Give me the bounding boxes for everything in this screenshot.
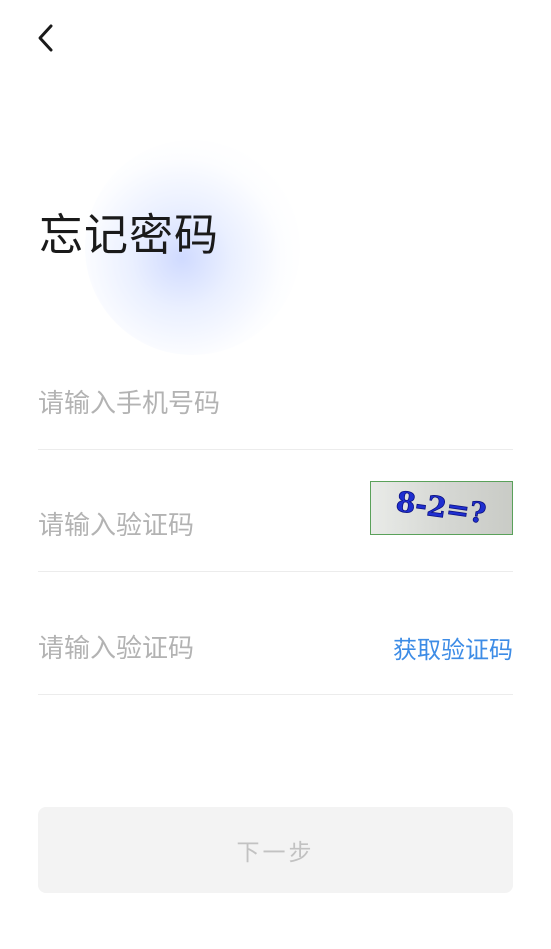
captcha-field[interactable]: 请输入验证码 8-2=? (38, 450, 513, 572)
get-code-button[interactable]: 获取验证码 (393, 633, 513, 667)
next-step-button[interactable]: 下一步 (38, 807, 513, 893)
captcha-image[interactable]: 8-2=? (370, 481, 513, 535)
back-button[interactable] (28, 20, 64, 56)
chevron-left-icon (38, 24, 53, 52)
forgot-password-page: 忘记密码 请输入手机号码 请输入验证码 8-2=? 请输入验证码 获取验证码 下… (0, 0, 551, 949)
captcha-input-placeholder[interactable]: 请输入验证码 (38, 509, 194, 543)
captcha-text: 8-2=? (394, 485, 488, 530)
page-title: 忘记密码 (39, 210, 219, 261)
sms-code-field[interactable]: 请输入验证码 获取验证码 (38, 572, 513, 695)
phone-field[interactable]: 请输入手机号码 (38, 370, 513, 450)
sms-code-input-placeholder[interactable]: 请输入验证码 (38, 632, 194, 666)
captcha-graphic: 8-2=? (394, 484, 489, 530)
phone-input-placeholder[interactable]: 请输入手机号码 (38, 387, 220, 421)
